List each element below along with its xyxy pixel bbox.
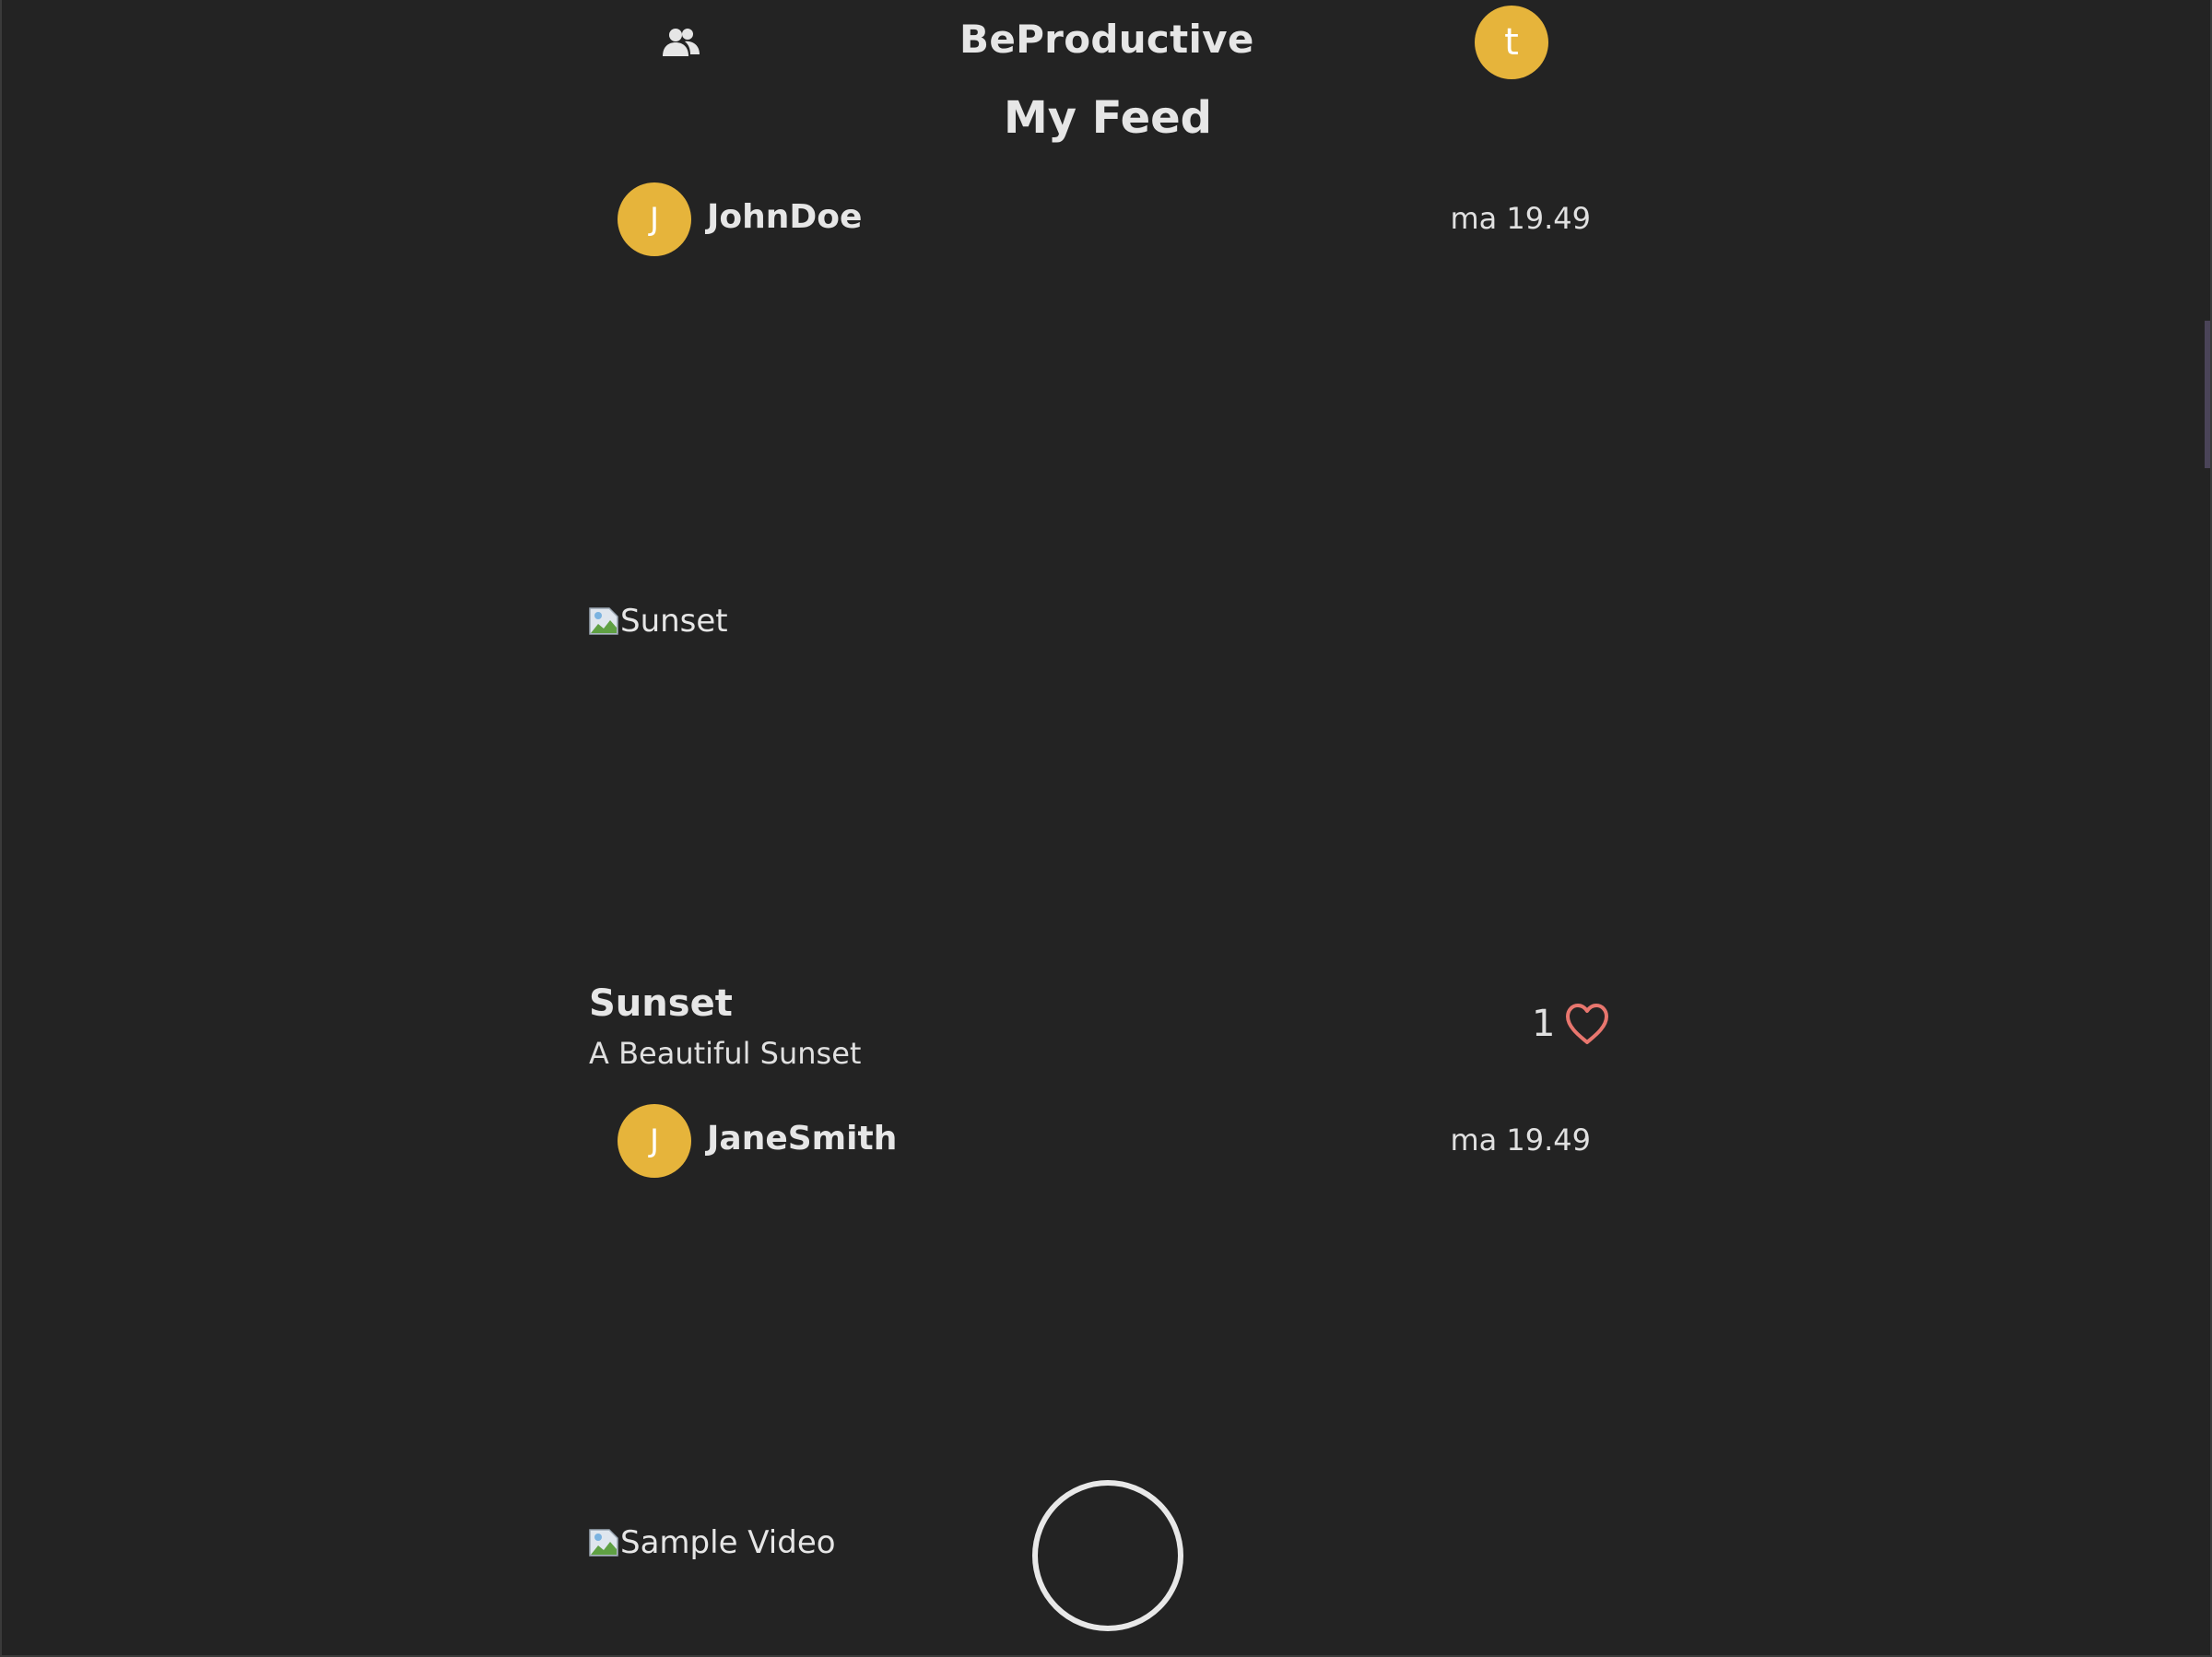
post-header: J JohnDoe ma 19.49 [618, 182, 1591, 256]
broken-image-icon [589, 1529, 618, 1557]
image-alt-text: Sunset [620, 603, 728, 640]
edge-handle [2205, 321, 2210, 468]
like-count: 1 [1532, 1003, 1556, 1045]
post-title: Sunset [589, 982, 733, 1025]
post-timestamp: ma 19.49 [1450, 1122, 1591, 1158]
post-username[interactable]: JaneSmith [707, 1120, 897, 1158]
post-video: Sample Video [589, 1524, 836, 1561]
like-button[interactable]: 1 [1532, 1003, 1610, 1045]
heart-icon [1566, 1004, 1609, 1044]
video-alt-text: Sample Video [620, 1524, 836, 1561]
profile-avatar[interactable]: t [1475, 6, 1548, 79]
page-title: My Feed [1003, 92, 1213, 144]
capture-button[interactable] [1032, 1480, 1183, 1631]
users-icon [663, 29, 700, 56]
friends-button[interactable] [660, 24, 702, 61]
post-timestamp: ma 19.49 [1450, 201, 1591, 236]
avatar: J [618, 1104, 691, 1178]
broken-image-icon [589, 607, 618, 635]
post-username[interactable]: JohnDoe [707, 198, 862, 236]
app-brand: BeProductive [959, 17, 1254, 62]
post-description: A Beautiful Sunset [589, 1036, 862, 1071]
avatar: J [618, 182, 691, 256]
app-window: BeProductive t My Feed J JohnDoe ma 19.4… [0, 0, 2212, 1657]
post-image: Sunset [589, 603, 728, 640]
post-header: J JaneSmith ma 19.49 [618, 1104, 1591, 1178]
